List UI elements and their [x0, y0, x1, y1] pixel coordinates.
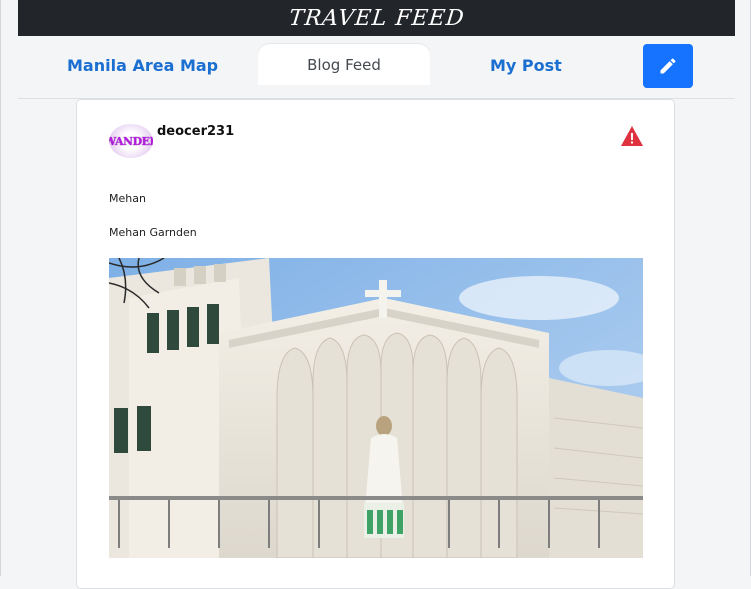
- post-body: Mehan Garnden: [109, 226, 197, 239]
- post-image[interactable]: [109, 258, 643, 558]
- app-titlebar: TRAVEL FEED: [18, 0, 735, 36]
- avatar-text: WANDER: [109, 134, 153, 148]
- navbar: Manila Area Map Blog Feed My Post: [18, 36, 735, 99]
- post-username[interactable]: deocer231: [157, 124, 234, 139]
- nav-manila-map-link[interactable]: Manila Area Map: [67, 56, 218, 75]
- church-photo: [109, 258, 643, 558]
- post-title: Mehan: [109, 192, 146, 205]
- app-title: TRAVEL FEED: [287, 5, 466, 31]
- avatar[interactable]: WANDER: [109, 124, 153, 158]
- app-frame: TRAVEL FEED Manila Area Map Blog Feed My…: [0, 0, 751, 589]
- edit-post-button[interactable]: [643, 44, 693, 88]
- warning-icon[interactable]: [620, 125, 644, 147]
- post-card: WANDER deocer231 Mehan Mehan Garnden: [76, 99, 675, 589]
- pencil-icon: [660, 58, 676, 74]
- nav-blog-feed-tab[interactable]: Blog Feed: [258, 44, 430, 85]
- nav-my-post-link[interactable]: My Post: [490, 56, 562, 75]
